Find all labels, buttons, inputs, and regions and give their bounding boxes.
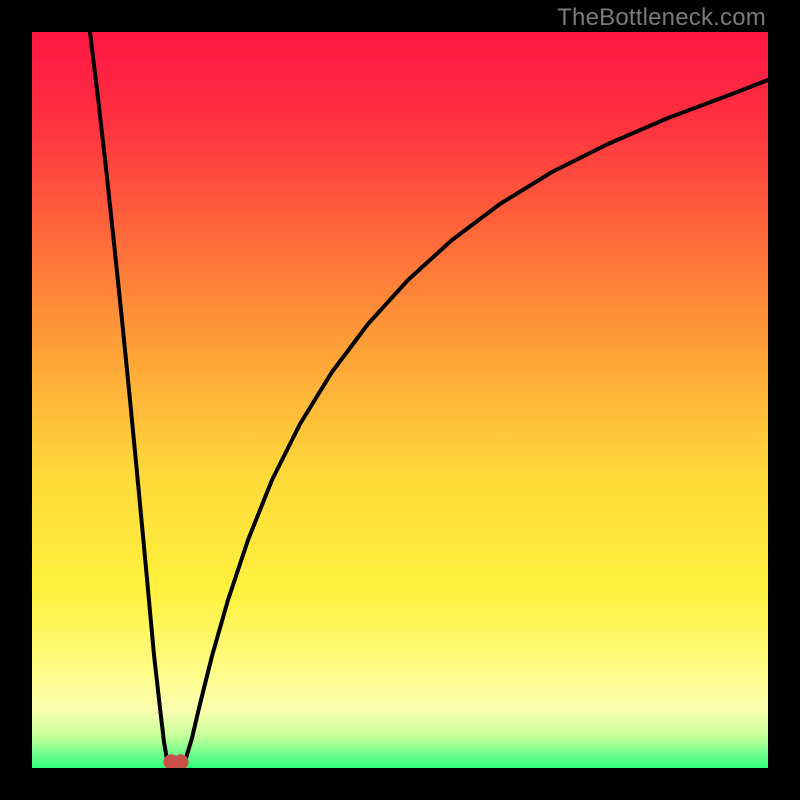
left-branch-curve: [90, 32, 169, 765]
right-branch-curve: [183, 80, 768, 765]
chart-frame: TheBottleneck.com: [0, 0, 800, 800]
watermark-text: TheBottleneck.com: [557, 4, 766, 32]
minimum-marker: [163, 754, 188, 768]
plot-area: [32, 32, 768, 768]
curve-layer: [32, 32, 768, 768]
